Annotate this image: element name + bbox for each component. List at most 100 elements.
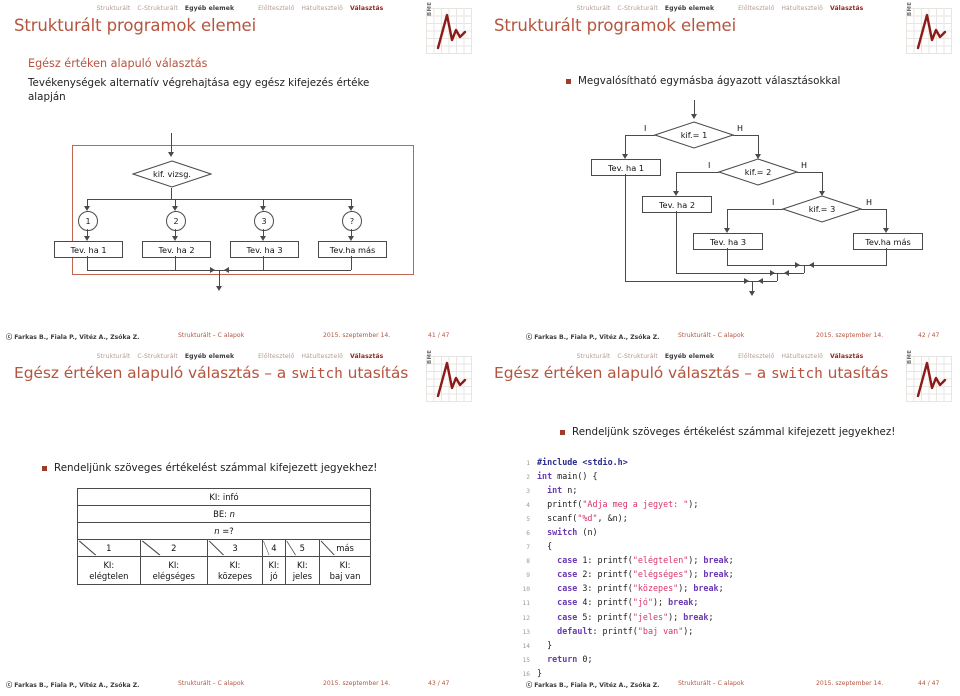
navgroup-sections: Strukturált C-Strukturált Egyéb elemek: [577, 353, 715, 360]
nav-strukturalt[interactable]: Strukturált: [97, 353, 131, 360]
code-token: case: [557, 611, 578, 622]
code-line: 7 {: [513, 540, 734, 554]
output-value-5: jeles: [292, 570, 313, 581]
table-row: n =?: [77, 522, 371, 540]
merge-drop-1: [777, 273, 778, 281]
branch-value-2: 2: [173, 216, 179, 226]
output-key-3: KI:: [229, 560, 241, 570]
nav-c-strukturalt[interactable]: C-Strukturált: [617, 353, 657, 360]
nav-strukturalt[interactable]: Strukturált: [577, 353, 611, 360]
code-token: case: [557, 569, 578, 580]
slide-1: Strukturált C-Strukturált Egyéb elemek E…: [0, 0, 480, 348]
d3-true-h: [727, 209, 783, 210]
case-cell-5: 5: [284, 539, 321, 557]
code-token: case: [557, 597, 578, 608]
navgroup-subsections: Előltesztelő Hátultesztelő Választás: [738, 353, 863, 360]
title-part-plain: Egész értéken alapuló választás – a: [14, 364, 291, 382]
action-box-1: Tev. ha 1: [591, 159, 661, 176]
code-token: break: [683, 611, 709, 622]
code-token: "%d": [577, 513, 598, 524]
output-cell-3: KI: közepes: [206, 556, 264, 585]
bullet-text: Rendeljünk szöveges értékelést számmal k…: [54, 462, 378, 474]
code-token: default: [557, 625, 593, 636]
code-line-number: 16: [522, 670, 530, 678]
branch-circle-3: 3: [254, 211, 274, 231]
code-token: );: [688, 569, 704, 580]
nav-valasztas[interactable]: Választás: [350, 353, 383, 360]
nav-c-strukturalt[interactable]: C-Strukturált: [137, 353, 177, 360]
case-label-1: 1: [106, 543, 112, 553]
code-token: "jeles": [632, 611, 669, 622]
code-token: , &n);: [597, 513, 628, 524]
cell-selector-rest: =?: [219, 526, 234, 536]
output-cell-2: KI: elégséges: [139, 556, 208, 585]
code-line-number: 11: [522, 600, 530, 608]
join-arrow-right-icon: [210, 267, 215, 273]
nav-hatultesztelo[interactable]: Hátultesztelő: [301, 353, 343, 360]
code-line-content: {: [537, 540, 552, 553]
code-line: 14 }: [513, 639, 734, 653]
decision-3-diamond: kif.= 3: [782, 195, 862, 223]
merge-arrow-r-3-icon: [795, 262, 800, 268]
cell-input: BE: n: [77, 505, 371, 523]
code-line-number: 1: [526, 460, 530, 467]
bullet-square-icon: [42, 466, 47, 471]
d1-true-v: [625, 135, 626, 156]
action-box-2: Tev. ha 2: [642, 196, 712, 213]
code-line-number: 2: [526, 474, 530, 482]
nav-eloltesztelo[interactable]: Előltesztelő: [738, 353, 774, 360]
entry-arrow-icon: [691, 114, 697, 119]
action-box-2: Tev. ha 2: [142, 241, 211, 258]
branch-value-3: 3: [261, 216, 267, 226]
d2-false-v: [822, 172, 823, 193]
code-line-content: case 4: printf("jó"); break;: [537, 596, 698, 609]
decision-1-diamond: kif.= 1: [654, 121, 734, 149]
title-part-switch: switch: [291, 366, 343, 382]
code-token: ;: [728, 569, 734, 580]
code-line-number: 15: [522, 656, 530, 664]
code-line-content: scanf("%d", &n);: [537, 512, 628, 525]
output-value-6: baj van: [329, 570, 361, 581]
code-token: return: [547, 653, 578, 664]
nav-hatultesztelo[interactable]: Hátultesztelő: [781, 353, 823, 360]
code-line-number: 6: [526, 530, 530, 538]
code-line-content: default: printf("baj van");: [537, 625, 693, 638]
footer-authors: ⓒ Farkas B., Fiala P., Vitéz A., Zsóka Z…: [526, 334, 660, 341]
logo-curve-icon: [916, 361, 947, 398]
footer-course: Strukturált – C alapok: [678, 680, 745, 687]
code-token: 0;: [577, 653, 593, 664]
slide-3-bullet: Rendeljünk szöveges értékelést számmal k…: [42, 462, 412, 474]
code-token: }: [537, 667, 543, 678]
code-token: 5: printf(: [577, 611, 633, 622]
title-part-tail: utasítás: [342, 364, 409, 382]
slide-2-flowchart: kif.= 1 I H Tev. ha 1 kif.= 2 I H Tev. h…: [480, 0, 960, 348]
case-label-3: 3: [232, 543, 238, 553]
nav-eloltesztelo[interactable]: Előltesztelő: [258, 353, 294, 360]
slide-4: Strukturált C-Strukturált Egyéb elemek E…: [480, 348, 960, 696]
merge-v-4: [886, 248, 887, 265]
decision-diamond: kif. vizsg.: [132, 160, 212, 188]
join-v-3: [263, 256, 264, 270]
branch-circle-1: 1: [78, 211, 98, 231]
nav-egyeb-elemek[interactable]: Egyéb elemek: [185, 353, 234, 360]
nav-valasztas[interactable]: Választás: [830, 353, 863, 360]
code-line-number: 13: [522, 628, 530, 636]
action-box-4: Tev.ha más: [318, 241, 387, 258]
code-token: ;: [708, 611, 714, 622]
output-value-2: elégséges: [152, 570, 195, 581]
nav-egyeb-elemek[interactable]: Egyéb elemek: [665, 353, 714, 360]
slide-4-footer: ⓒ Farkas B., Fiala P., Vitéz A., Zsóka Z…: [480, 680, 960, 692]
cell-input-var: n: [229, 509, 235, 519]
code-token: );: [688, 555, 704, 566]
decision-2-false-label: H: [801, 161, 808, 170]
code-token: );: [688, 499, 699, 510]
merge-arrow-r-1-icon: [744, 278, 749, 284]
code-line-number: 3: [526, 488, 530, 496]
bme-logo: BME: [426, 350, 472, 402]
footer-page: 44 / 47: [918, 680, 940, 687]
code-token: 2: printf(: [577, 569, 633, 580]
decision-3-label: kif.= 3: [808, 204, 836, 214]
